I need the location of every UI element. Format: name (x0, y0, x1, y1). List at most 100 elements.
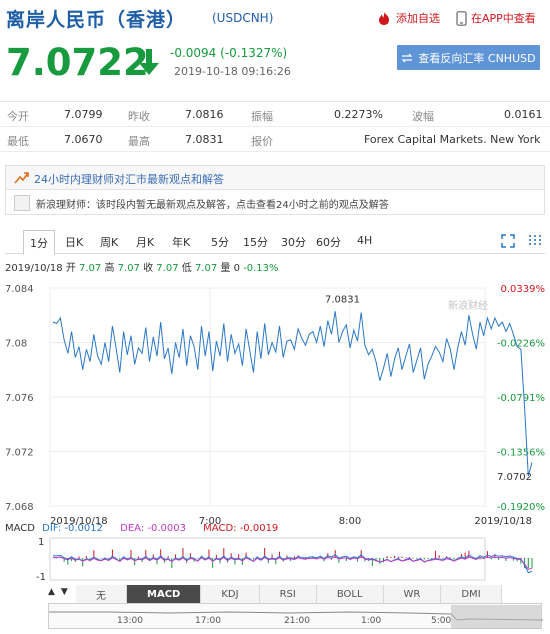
currency-code: (USDCNH) (212, 11, 274, 25)
reverse-rate-label: 查看反向汇率 CNHUSD (418, 51, 536, 65)
last-label: 7.0702 (497, 472, 532, 483)
indicator-tab-kdj[interactable]: KDJ (201, 585, 260, 603)
indicator-tab-boll[interactable]: BOLL (316, 585, 384, 603)
indicator-tab-wr[interactable]: WR (383, 585, 442, 603)
y-right-tick-label: 0.0339% (501, 284, 546, 295)
news-header[interactable]: 24小时内理财师对汇市最新观点和解答 (6, 166, 544, 190)
timeline-window[interactable] (451, 605, 541, 629)
info-close-label: 收 (143, 263, 154, 274)
tab-daily[interactable]: 日K (65, 234, 83, 250)
add-watch-label: 添加自选 (396, 12, 440, 25)
stat-value: 7.0816 (185, 108, 224, 121)
swap-icon (401, 53, 413, 62)
tab-yearly[interactable]: 年K (172, 234, 190, 250)
info-high: 7.07 (117, 263, 140, 274)
y-right-tick-label: -0.1920% (497, 502, 545, 513)
macd-y-tick: 1 (38, 537, 44, 548)
timeline-tick: 21:00 (284, 616, 310, 626)
y-right-tick-label: -0.0226% (497, 339, 545, 350)
next-arrow-icon[interactable]: ▼ (61, 587, 68, 597)
tab-5min[interactable]: 5分 (211, 234, 229, 250)
change-value: -0.0094 (170, 46, 217, 60)
macd-info: MACD DIF: -0.0012 DEA: -0.0003 MACD: -0.… (5, 523, 278, 534)
info-low: 7.07 (194, 263, 218, 274)
y-tick-label: 7.084 (5, 284, 34, 295)
header: 离岸人民币（香港） (USDCNH) 添加自选 在APP中查看 (0, 0, 550, 36)
tab-weekly[interactable]: 周K (100, 234, 118, 250)
y-tick-label: 7.068 (5, 502, 34, 513)
macd-title: MACD (5, 523, 35, 534)
indicator-tabs: 无 MACD KDJ RSI BOLL WR DMI (76, 585, 502, 603)
change-percent: (-0.1327%) (220, 46, 288, 60)
tab-60min[interactable]: 60分 (316, 234, 341, 250)
info-close: 7.07 (156, 263, 179, 274)
news-body[interactable]: 新浪理财师：该时段内暂无最新观点及解答，点击查看24小时之前的观点及解答 (6, 191, 544, 215)
timeline-navigator[interactable]: 13:00 17:00 21:00 1:00 5:00 (48, 603, 544, 629)
y-tick-label: 7.076 (5, 393, 34, 404)
stat-value: 7.0831 (185, 133, 224, 146)
x-tick-label: 2019/10/18 (474, 516, 532, 527)
prev-arrow-icon[interactable]: ▲ (48, 587, 55, 597)
indicator-tab-dmi[interactable]: DMI (441, 585, 502, 603)
info-pct: -0.13% (243, 263, 279, 274)
avatar (14, 195, 30, 211)
news-title: 24小时内理财师对汇市最新观点和解答 (34, 173, 224, 186)
y-right-tick-label: -0.0791% (497, 393, 545, 404)
tab-15min[interactable]: 15分 (243, 234, 268, 250)
nav-arrows: ▲ ▼ (48, 587, 68, 597)
tab-1min[interactable]: 1分 (23, 230, 55, 255)
page-title: 离岸人民币（香港） (6, 9, 187, 31)
indicator-tab-rsi[interactable]: RSI (259, 585, 317, 603)
advisor-news-box: 24小时内理财师对汇市最新观点和解答 新浪理财师：该时段内暂无最新观点及解答，点… (5, 165, 545, 215)
timeline-tick: 13:00 (117, 616, 143, 626)
macd-dea: DEA: -0.0003 (120, 523, 186, 534)
tab-monthly[interactable]: 月K (136, 234, 154, 250)
info-date: 2019/10/18 (5, 263, 63, 274)
fullscreen-icon[interactable] (501, 234, 515, 248)
stats-row: 今开 7.0799 昨收 7.0816 振幅 0.2273% 波幅 0.0161 (0, 102, 550, 127)
timeline-tick: 5:00 (431, 616, 452, 626)
macd-dif-line (52, 553, 533, 574)
close-icon[interactable] (529, 234, 541, 248)
y-tick-label: 7.08 (5, 339, 27, 350)
price-chart[interactable]: 7.084 7.08 7.076 7.072 7.068 0.0339% -0.0226%… (0, 280, 550, 585)
stat-label: 最低 (7, 135, 29, 148)
stat-label: 报价 (251, 135, 273, 148)
tab-30min[interactable]: 30分 (281, 234, 306, 250)
info-open: 7.07 (79, 263, 102, 274)
fire-icon (379, 11, 389, 25)
indicator-tab-none[interactable]: 无 (76, 585, 127, 603)
macd-y-tick: -1 (36, 572, 46, 583)
timeline-tick: 1:00 (361, 616, 382, 626)
reverse-rate-button[interactable]: 查看反向汇率 CNHUSD (397, 45, 540, 70)
quote-timestamp: 2019-10-18 09:16:26 (174, 65, 291, 78)
info-vol: 0 (233, 263, 240, 274)
info-high-label: 高 (104, 263, 115, 274)
info-low-label: 低 (181, 263, 192, 274)
x-tick-label: 8:00 (339, 516, 361, 527)
view-in-app-button[interactable]: 在APP中查看 (456, 10, 536, 26)
info-open-label: 开 (65, 263, 76, 274)
watermark: 新浪财经 (448, 299, 488, 312)
stat-label: 波幅 (412, 110, 434, 123)
quote-stats: 今开 7.0799 昨收 7.0816 振幅 0.2273% 波幅 0.0161… (0, 101, 550, 152)
timeline-tick: 17:00 (195, 616, 221, 626)
view-in-app-label: 在APP中查看 (471, 12, 536, 25)
macd-dif: DIF: -0.0012 (42, 523, 103, 534)
add-watch-button[interactable]: 添加自选 (376, 10, 440, 26)
stat-value: 0.0161 (504, 108, 543, 121)
stats-row: 最低 7.0670 最高 7.0831 报价 Forex Capital Mar… (0, 127, 550, 152)
chart-period-tabs: 1分 日K 周K 月K 年K 5分 15分 30分 60分 4H (5, 230, 545, 255)
price-change: -0.0094 (-0.1327%) (170, 46, 287, 60)
stat-label: 昨收 (128, 110, 150, 123)
y-tick-label: 7.072 (5, 448, 34, 459)
stat-label: 最高 (128, 135, 150, 148)
stat-value: 7.0670 (64, 133, 103, 146)
trend-icon (14, 172, 29, 184)
info-vol-label: 量 (220, 263, 231, 274)
tab-4h[interactable]: 4H (357, 234, 372, 247)
high-label: 7.0831 (325, 294, 360, 305)
stat-label: 振幅 (251, 110, 273, 123)
indicator-tab-macd[interactable]: MACD (127, 585, 202, 603)
ohlc-info-line: 2019/10/18 开 7.07 高 7.07 收 7.07 低 7.07 量… (5, 259, 279, 274)
